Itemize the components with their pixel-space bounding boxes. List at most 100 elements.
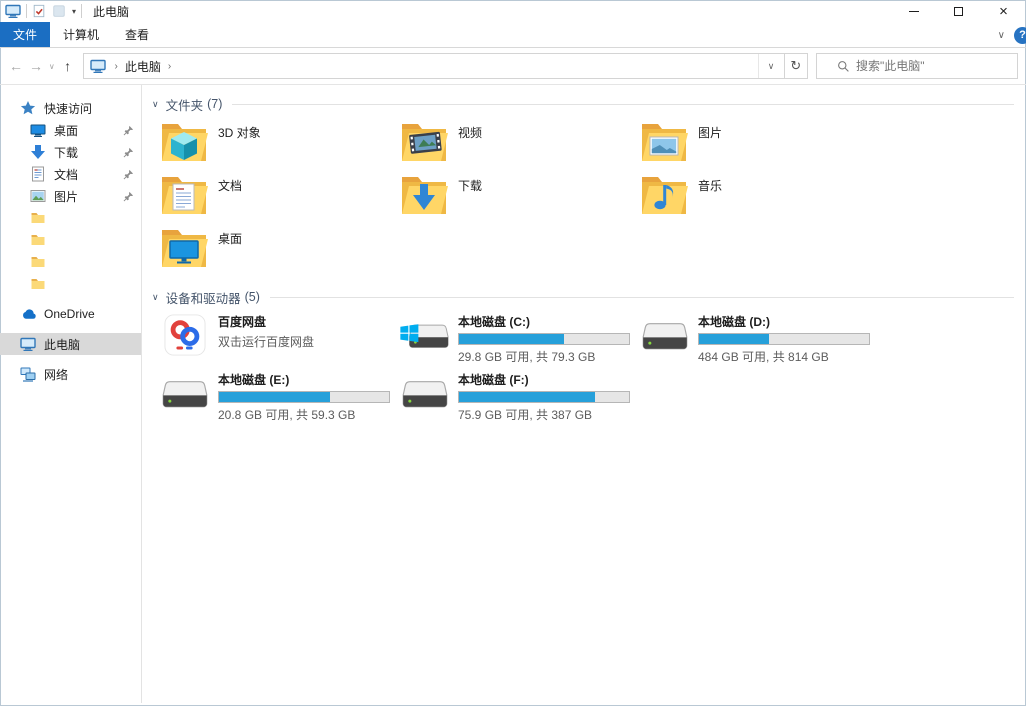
folder-tile[interactable]: 音乐 bbox=[640, 172, 880, 225]
divider bbox=[26, 4, 27, 18]
collapse-chevron-icon: ∨ bbox=[152, 291, 159, 302]
ribbon-tab[interactable]: 计算机 bbox=[50, 22, 112, 47]
refresh-button[interactable]: ↻ bbox=[784, 53, 808, 79]
sidebar: 快速访问 桌面 下载 文档 图片 OneDrive 此电脑 网络 bbox=[0, 85, 142, 703]
sidebar-item[interactable]: OneDrive bbox=[0, 303, 141, 325]
drive-info: 本地磁盘 (D:) 484 GB 可用, 共 814 GB bbox=[698, 312, 870, 370]
drive-icon bbox=[400, 376, 450, 412]
search-icon bbox=[837, 60, 850, 73]
recent-locations-icon[interactable]: ∨ bbox=[46, 62, 58, 71]
help-button[interactable]: ? bbox=[1014, 26, 1026, 44]
sidebar-item-icon bbox=[20, 306, 36, 322]
folder-icon bbox=[160, 225, 208, 269]
ribbon-tab[interactable]: 文件 bbox=[0, 22, 51, 47]
drive-capacity: 29.8 GB 可用, 共 79.3 GB bbox=[458, 350, 596, 364]
window-title: 此电脑 bbox=[93, 4, 130, 19]
drive-usage-bar bbox=[458, 333, 630, 345]
drive-capacity: 484 GB 可用, 共 814 GB bbox=[698, 350, 829, 364]
title-bar: ▾ 此电脑 × bbox=[0, 0, 1026, 22]
sidebar-item[interactable]: 桌面 bbox=[0, 119, 141, 141]
folder-label: 下载 bbox=[458, 179, 483, 193]
drive-usage-fill bbox=[459, 392, 595, 402]
sidebar-item-label: 快速访问 bbox=[44, 101, 93, 116]
sidebar-item[interactable]: 网络 bbox=[0, 363, 141, 385]
sidebar-item[interactable]: 快速访问 bbox=[0, 97, 141, 119]
pin-icon bbox=[123, 191, 134, 202]
sidebar-item[interactable]: 文档 bbox=[0, 163, 141, 185]
navigation-bar: ← → ∨ ↑ › 此电脑 › ∨ ↻ bbox=[0, 48, 1026, 85]
drive-tile[interactable]: 本地磁盘 (C:) 29.8 GB 可用, 共 79.3 GB bbox=[400, 312, 640, 370]
breadcrumb-separator-icon: › bbox=[167, 60, 172, 72]
folder-label: 3D 对象 bbox=[218, 126, 261, 140]
sidebar-item[interactable]: 下载 bbox=[0, 141, 141, 163]
drive-name: 本地磁盘 (E:) bbox=[218, 373, 290, 387]
sidebar-item[interactable] bbox=[0, 251, 141, 273]
section-rule bbox=[269, 296, 1014, 298]
pin-icon bbox=[123, 169, 134, 180]
ribbon-tab-bar: 文件 计算机 查看 ∨ ? bbox=[0, 22, 1026, 48]
maximize-button[interactable] bbox=[936, 0, 981, 22]
sidebar-item[interactable] bbox=[0, 273, 141, 295]
sidebar-item-label: 桌面 bbox=[54, 123, 79, 138]
search-input[interactable] bbox=[856, 59, 1011, 73]
breadcrumb[interactable]: 此电脑 bbox=[123, 58, 163, 75]
folder-tile[interactable]: 3D 对象 bbox=[160, 119, 400, 172]
folder-icon bbox=[160, 119, 208, 163]
file-list-area: ∨ 文件夹 (7) 3D 对象 视频 图片 文档 下载 音乐 桌面 ∨ 设备和驱… bbox=[142, 85, 1026, 703]
minimize-button[interactable] bbox=[891, 0, 936, 22]
drive-usage-bar bbox=[698, 333, 870, 345]
drive-info: 百度网盘 双击运行百度网盘 bbox=[218, 312, 314, 370]
drive-usage-bar bbox=[458, 391, 630, 403]
expand-ribbon-icon[interactable]: ∨ bbox=[998, 30, 1005, 41]
folder-label: 视频 bbox=[458, 126, 483, 140]
customize-toolbar-dropdown-icon[interactable]: ▾ bbox=[72, 7, 76, 16]
section-title: 文件夹 bbox=[165, 98, 204, 113]
drive-icon bbox=[160, 376, 210, 412]
drives-section: ∨ 设备和驱动器 (5) 百度网盘 双击运行百度网盘 本地磁盘 (C:) 29.… bbox=[152, 288, 1014, 428]
close-button[interactable]: × bbox=[981, 0, 1026, 22]
window-controls: × bbox=[891, 0, 1026, 22]
collapse-chevron-icon: ∨ bbox=[152, 98, 159, 109]
pin-icon bbox=[123, 125, 134, 136]
sidebar-item-icon bbox=[30, 188, 46, 204]
drives-section-header[interactable]: ∨ 设备和驱动器 (5) bbox=[152, 288, 1014, 306]
sidebar-item-label: 下载 bbox=[54, 145, 79, 160]
divider bbox=[81, 4, 83, 18]
pin-icon bbox=[123, 147, 134, 158]
drive-usage-fill bbox=[219, 392, 330, 402]
back-button[interactable]: ← bbox=[6, 58, 26, 74]
ribbon-tab[interactable]: 查看 bbox=[112, 22, 162, 47]
folder-tile[interactable]: 下载 bbox=[400, 172, 640, 225]
address-dropdown-icon[interactable]: ∨ bbox=[757, 54, 784, 78]
drive-tile[interactable]: 百度网盘 双击运行百度网盘 bbox=[160, 312, 400, 370]
folder-tile[interactable]: 桌面 bbox=[160, 225, 400, 278]
close-icon: × bbox=[999, 2, 1008, 20]
sidebar-item[interactable] bbox=[0, 207, 141, 229]
folders-section-header[interactable]: ∨ 文件夹 (7) bbox=[152, 95, 1014, 113]
drive-tile[interactable]: 本地磁盘 (D:) 484 GB 可用, 共 814 GB bbox=[640, 312, 880, 370]
ribbon-tab-label: 查看 bbox=[125, 28, 150, 42]
drive-tile[interactable]: 本地磁盘 (F:) 75.9 GB 可用, 共 387 GB bbox=[400, 370, 640, 428]
up-button[interactable]: ↑ bbox=[58, 58, 78, 74]
sidebar-item-label: 图片 bbox=[54, 189, 79, 204]
new-folder-icon[interactable] bbox=[52, 4, 66, 18]
properties-icon[interactable] bbox=[32, 4, 46, 18]
folder-tile[interactable]: 文档 bbox=[160, 172, 400, 225]
sidebar-item[interactable]: 此电脑 bbox=[0, 333, 141, 355]
sidebar-item-icon bbox=[20, 336, 36, 352]
folder-tile[interactable]: 图片 bbox=[640, 119, 880, 172]
forward-button[interactable]: → bbox=[26, 58, 46, 74]
address-bar[interactable]: › 此电脑 › ∨ bbox=[82, 53, 785, 79]
drive-name: 本地磁盘 (F:) bbox=[458, 373, 529, 387]
drive-tile[interactable]: 本地磁盘 (E:) 20.8 GB 可用, 共 59.3 GB bbox=[160, 370, 400, 428]
drive-name: 本地磁盘 (D:) bbox=[698, 315, 770, 329]
folder-label: 文档 bbox=[218, 179, 243, 193]
sidebar-item-icon bbox=[30, 144, 46, 160]
drive-subtitle: 双击运行百度网盘 bbox=[218, 335, 315, 349]
folder-tile[interactable]: 视频 bbox=[400, 119, 640, 172]
sidebar-item[interactable] bbox=[0, 229, 141, 251]
sidebar-item[interactable]: 图片 bbox=[0, 185, 141, 207]
folder-icon bbox=[640, 119, 688, 163]
folders-section: ∨ 文件夹 (7) 3D 对象 视频 图片 文档 下载 音乐 桌面 bbox=[152, 95, 1014, 278]
minimize-icon bbox=[908, 10, 919, 12]
